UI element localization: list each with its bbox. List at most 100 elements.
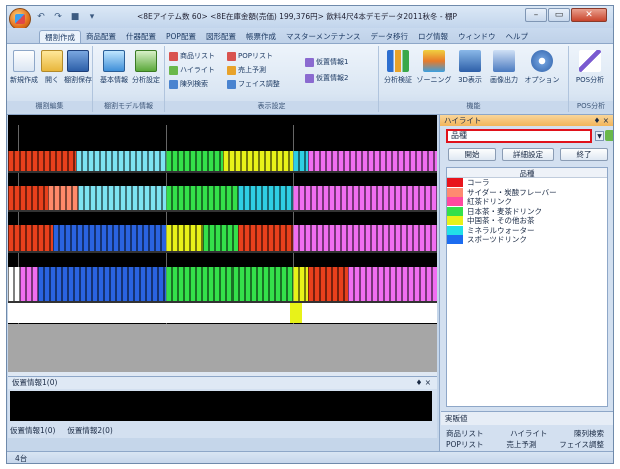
product-facing[interactable] (366, 267, 372, 301)
shelf-plank[interactable] (8, 171, 437, 173)
product-facing[interactable] (293, 225, 299, 251)
product-facing[interactable] (74, 267, 80, 301)
product-facing[interactable] (407, 186, 413, 210)
product-facing[interactable] (395, 186, 401, 210)
product-facing[interactable] (166, 151, 172, 171)
product-facing[interactable] (401, 225, 407, 251)
tab-product-placement[interactable]: 商品配置 (81, 30, 121, 43)
product-facing[interactable] (268, 186, 274, 210)
nav-pop-list[interactable]: POPリスト (446, 439, 483, 450)
product-facing[interactable] (26, 151, 32, 171)
product-facing[interactable] (82, 151, 88, 171)
product-facing[interactable] (112, 151, 118, 171)
product-facing[interactable] (44, 225, 50, 251)
product-facing[interactable] (214, 267, 220, 301)
product-facing[interactable] (166, 186, 172, 210)
product-facing[interactable] (425, 186, 431, 210)
product-facing[interactable] (335, 186, 341, 210)
product-facing[interactable] (256, 225, 262, 251)
product-facing[interactable] (184, 267, 190, 301)
product-facing[interactable] (203, 225, 209, 251)
product-facing[interactable] (223, 151, 229, 171)
product-facing[interactable] (20, 151, 26, 171)
product-facing[interactable] (90, 186, 96, 210)
product-facing[interactable] (14, 186, 20, 210)
shelf-plank[interactable] (8, 301, 437, 303)
product-facing[interactable] (152, 267, 158, 301)
product-facing[interactable] (125, 225, 131, 251)
product-facing[interactable] (220, 186, 226, 210)
product-facing[interactable] (232, 267, 234, 301)
product-facing[interactable] (268, 225, 274, 251)
product-facing[interactable] (172, 267, 178, 301)
tab-report[interactable]: 帳票作成 (241, 30, 281, 43)
product-facing[interactable] (68, 151, 74, 171)
product-facing[interactable] (214, 151, 220, 171)
product-facing[interactable] (108, 186, 114, 210)
product-facing[interactable] (196, 186, 202, 210)
product-facing[interactable] (365, 186, 371, 210)
product-facing[interactable] (184, 151, 190, 171)
product-facing[interactable] (329, 225, 335, 251)
product-facing[interactable] (209, 225, 215, 251)
product-facing[interactable] (110, 267, 116, 301)
product-facing[interactable] (68, 267, 74, 301)
product-facing[interactable] (126, 186, 132, 210)
product-facing[interactable] (166, 225, 172, 251)
product-facing[interactable] (143, 225, 149, 251)
product-facing[interactable] (137, 225, 143, 251)
product-facing[interactable] (368, 151, 374, 171)
product-facing[interactable] (283, 151, 289, 171)
product-facing[interactable] (148, 151, 154, 171)
product-facing[interactable] (162, 186, 167, 210)
nav-highlight[interactable]: ハイライト (510, 428, 547, 439)
product-facing[interactable] (155, 225, 161, 251)
product-facing[interactable] (383, 186, 389, 210)
pop-list-button[interactable]: POPリスト (227, 50, 273, 62)
product-facing[interactable] (244, 225, 250, 251)
product-facing[interactable] (146, 267, 152, 301)
3d-view-button[interactable]: 3D表示 (455, 50, 485, 96)
product-facing[interactable] (245, 267, 251, 301)
product-facing[interactable] (8, 225, 14, 251)
start-button[interactable]: 開始 (448, 148, 496, 161)
product-facing[interactable] (78, 186, 84, 210)
product-facing[interactable] (353, 225, 359, 251)
product-facing[interactable] (98, 267, 104, 301)
product-facing[interactable] (314, 151, 320, 171)
product-facing[interactable] (76, 151, 82, 171)
product-facing[interactable] (410, 151, 416, 171)
product-facing[interactable] (118, 151, 124, 171)
product-facing[interactable] (32, 151, 38, 171)
product-facing[interactable] (150, 186, 156, 210)
product-facing[interactable] (356, 151, 362, 171)
product-facing[interactable] (250, 186, 256, 210)
highlight-button[interactable]: ハイライト (169, 64, 215, 76)
product-facing[interactable] (419, 186, 425, 210)
product-facing[interactable] (166, 267, 172, 301)
product-facing[interactable] (329, 186, 335, 210)
product-facing[interactable] (38, 267, 44, 301)
product-facing[interactable] (401, 186, 407, 210)
product-facing[interactable] (281, 267, 287, 301)
product-facing[interactable] (74, 151, 77, 171)
product-facing[interactable] (390, 267, 396, 301)
product-facing[interactable] (154, 151, 160, 171)
product-facing[interactable] (354, 267, 360, 301)
tab-pop-placement[interactable]: POP配置 (161, 30, 201, 43)
product-facing[interactable] (88, 151, 94, 171)
product-facing[interactable] (227, 225, 233, 251)
tab-temp-info1[interactable]: 仮置情報1(0) (10, 425, 55, 436)
pos-analysis-button[interactable]: POS分析 (575, 50, 605, 96)
tab-master-maintenance[interactable]: マスターメンテナンス (281, 30, 366, 43)
product-facing[interactable] (353, 186, 359, 210)
product-facing[interactable] (178, 267, 184, 301)
detail-settings-button[interactable]: 詳細設定 (502, 148, 554, 161)
product-facing[interactable] (398, 151, 404, 171)
product-facing[interactable] (350, 151, 356, 171)
product-facing[interactable] (229, 151, 235, 171)
product-facing[interactable] (14, 225, 20, 251)
product-facing[interactable] (338, 267, 344, 301)
product-facing[interactable] (233, 225, 239, 251)
product-facing[interactable] (62, 267, 68, 301)
